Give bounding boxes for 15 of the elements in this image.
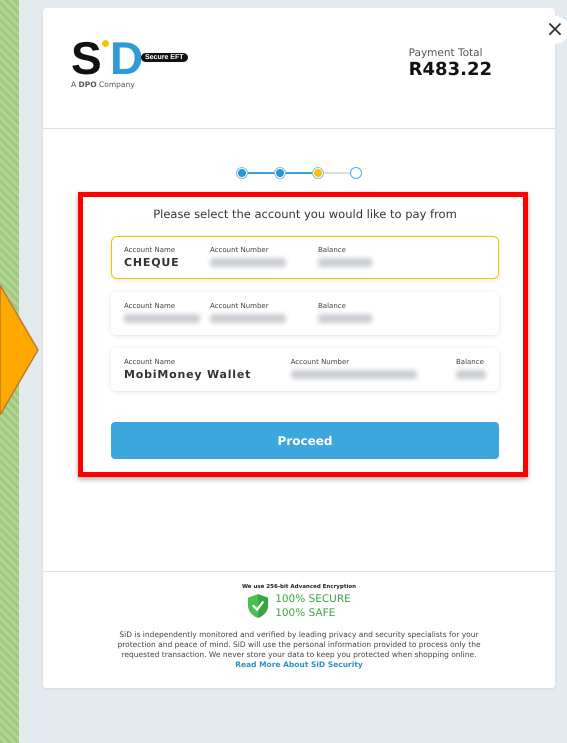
step-dot-icon	[350, 167, 362, 179]
step-dot-icon	[274, 167, 286, 179]
logo-letter: D	[110, 38, 144, 78]
logo-dot-icon	[102, 40, 109, 46]
secure-label: 100% SECURE	[275, 592, 351, 606]
prompt-heading: Please select the account you would like to pay from	[152, 207, 458, 221]
safe-label: 100% SAFE	[275, 606, 336, 620]
step-dot-icon	[312, 167, 324, 179]
logo-letter: S	[71, 38, 100, 78]
payment-total-label: Payment Total	[408, 46, 484, 58]
field-value: MobiMoney Wallet	[124, 368, 252, 381]
step-dot-icon	[236, 167, 248, 179]
shield-check-icon	[247, 593, 270, 619]
payment-total-amount: R483.22	[408, 58, 492, 80]
field-value: CHEQUE	[124, 256, 180, 269]
